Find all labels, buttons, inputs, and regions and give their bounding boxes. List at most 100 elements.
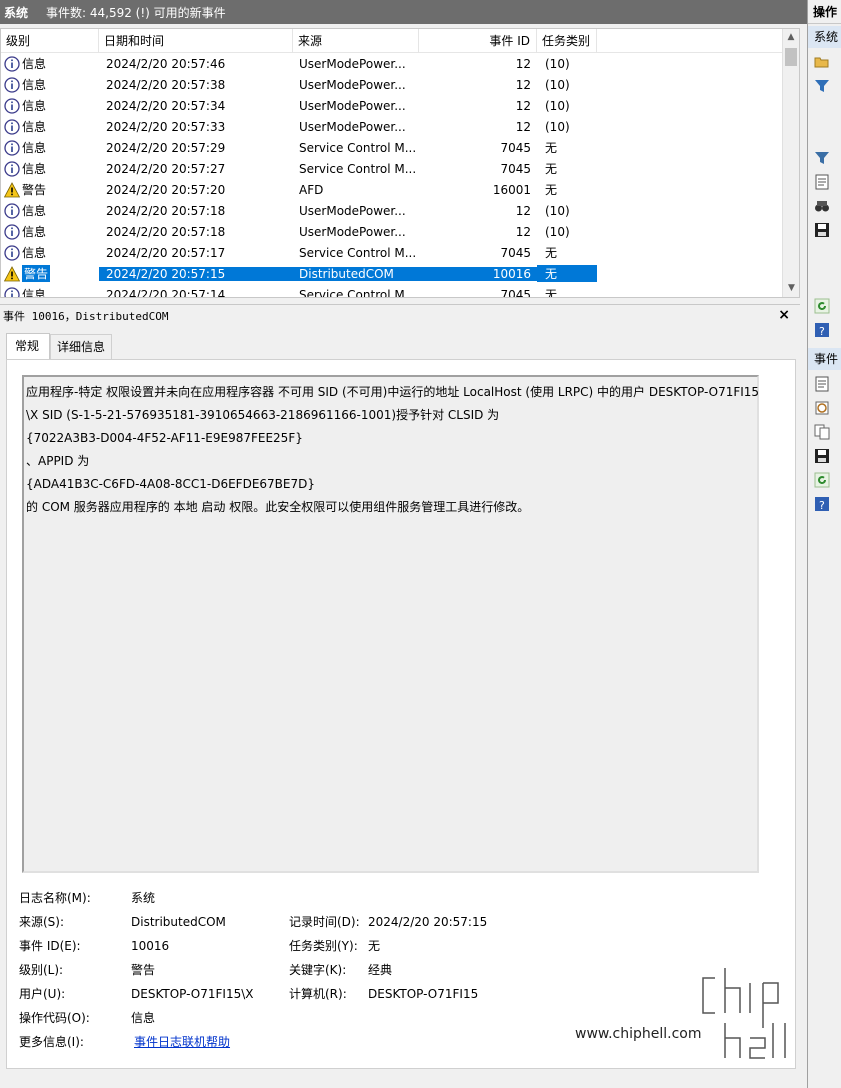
attach-task-icon[interactable] [814, 400, 830, 416]
col-task[interactable]: 任务类别 [537, 29, 597, 53]
cell-event-id: 7045 [500, 287, 531, 298]
level-text: 信息 [22, 141, 47, 155]
event-message[interactable]: 应用程序-特定 权限设置并未向在应用程序容器 不可用 SID (不可用)中运行的… [22, 375, 759, 873]
tab-details[interactable]: 详细信息 [50, 334, 113, 359]
prop-source: DistributedCOM [131, 915, 226, 929]
cell-source: UserModePower... [299, 56, 406, 71]
cell-date: 2024/2/20 20:57:18 [106, 224, 226, 239]
prop-computer: DESKTOP-O71FI15 [368, 987, 479, 1001]
cell-level: 信息 [1, 160, 99, 177]
cell-event-id: 7045 [500, 161, 531, 176]
help-icon[interactable]: ? [814, 322, 830, 338]
table-row[interactable]: 信息 2024/2/20 20:57:14 Service Control M...… [1, 284, 799, 298]
open-folder-icon[interactable] [814, 54, 830, 70]
level-text: 信息 [22, 162, 47, 176]
prop-label: 事件 ID(E): [19, 939, 81, 953]
cell-task: (10) [545, 56, 570, 71]
cell-date: 2024/2/20 20:57:18 [106, 203, 226, 218]
properties-icon[interactable] [814, 174, 830, 190]
scroll-up-icon[interactable]: ▲ [783, 29, 799, 46]
prop-label: 更多信息(I): [19, 1035, 84, 1049]
find-icon[interactable] [814, 198, 830, 214]
filter-icon[interactable] [814, 150, 830, 166]
cell-level: 信息 [1, 97, 99, 114]
cell-task: (10) [545, 77, 570, 92]
col-date[interactable]: 日期和时间 [99, 29, 293, 53]
table-row[interactable]: 信息 2024/2/20 20:57:18 UserModePower... 12 (1… [1, 221, 799, 242]
online-help-link[interactable]: 事件日志联机帮助 [134, 1030, 230, 1054]
table-row[interactable]: 信息 2024/2/20 20:57:18 UserModePower... 12 (1… [1, 200, 799, 221]
table-row[interactable]: 信息 2024/2/20 20:57:33 UserModePower... 12 (1… [1, 116, 799, 137]
cell-source: Service Control M... [299, 287, 417, 298]
cell-level: 信息 [1, 76, 99, 93]
prop-logged: 2024/2/20 20:57:15 [368, 915, 488, 929]
actions-section-event[interactable]: 事件 [808, 348, 841, 370]
prop-user: DESKTOP-O71FI15\X [131, 987, 254, 1001]
filter-icon[interactable] [814, 78, 830, 94]
col-event-id[interactable]: 事件 ID [419, 29, 537, 53]
svg-text:?: ? [819, 499, 825, 512]
info-icon [4, 244, 20, 261]
prop-level: 警告 [131, 963, 156, 977]
message-line: 的 COM 服务器应用程序的 本地 启动 权限。此安全权限可以使用组件服务管理工… [26, 500, 530, 514]
prop-label: 关键字(K): [289, 963, 347, 977]
refresh-icon[interactable] [814, 472, 830, 488]
table-row[interactable]: 警告 2024/2/20 20:57:20 AFD 16001 无 [1, 179, 799, 200]
tab-general[interactable]: 常规 [6, 333, 51, 359]
list-scrollbar[interactable]: ▲ ▼ [782, 29, 799, 297]
level-text: 警告 [22, 265, 51, 282]
cell-event-id: 16001 [492, 182, 531, 197]
event-list[interactable]: 级别 日期和时间 来源 事件 ID 任务类别 信息 2024/2/20 20:57… [0, 28, 800, 298]
cell-source: DistributedCOM [293, 266, 419, 281]
level-text: 信息 [22, 204, 47, 218]
cell-level: 信息 [1, 55, 99, 72]
cell-event-id: 12 [515, 224, 531, 239]
cell-event-id: 12 [515, 77, 531, 92]
level-text: 信息 [22, 99, 47, 113]
message-line: 应用程序-特定 权限设置并未向在应用程序容器 不可用 SID (不可用)中运行的… [26, 385, 760, 399]
event-rows: 信息 2024/2/20 20:57:46 UserModePower... 12 (1… [1, 53, 799, 298]
cell-event-id: 12 [515, 98, 531, 113]
table-row[interactable]: 信息 2024/2/20 20:57:38 UserModePower... 12 (1… [1, 74, 799, 95]
scroll-thumb[interactable] [785, 48, 797, 66]
info-icon [4, 160, 20, 177]
prop-label: 用户(U): [19, 987, 66, 1001]
actions-section-log[interactable]: 系统 [808, 26, 841, 48]
cell-source: UserModePower... [299, 77, 406, 92]
table-row[interactable]: 信息 2024/2/20 20:57:17 Service Control M...… [1, 242, 799, 263]
actions-header: 操作 [808, 0, 841, 24]
cell-task: 无 [545, 141, 558, 155]
table-row[interactable]: 信息 2024/2/20 20:57:46 UserModePower... 12 (1… [1, 53, 799, 74]
table-row[interactable]: 信息 2024/2/20 20:57:29 Service Control M...… [1, 137, 799, 158]
warning-icon [4, 265, 20, 281]
prop-label: 任务类别(Y): [289, 939, 358, 953]
level-text: 警告 [22, 183, 47, 197]
col-level[interactable]: 级别 [1, 29, 99, 53]
refresh-icon[interactable] [814, 298, 830, 314]
svg-text:?: ? [819, 325, 825, 338]
chiphell-watermark: www.chiphell.com [575, 963, 790, 1063]
info-icon [4, 55, 20, 72]
cell-date: 2024/2/20 20:57:15 [99, 266, 293, 281]
cell-task: 无 [545, 246, 558, 260]
save-icon[interactable] [814, 448, 830, 464]
table-row[interactable]: 信息 2024/2/20 20:57:34 UserModePower... 12 (1… [1, 95, 799, 116]
col-source[interactable]: 来源 [293, 29, 419, 53]
cell-event-id: 12 [515, 203, 531, 218]
cell-source: Service Control M... [299, 140, 417, 155]
cell-task: (10) [545, 203, 570, 218]
table-row[interactable]: 警告 2024/2/20 20:57:15 DistributedCOM 10016 无 [1, 263, 799, 284]
prop-label: 计算机(R): [289, 987, 347, 1001]
event-properties-icon[interactable] [814, 376, 830, 392]
cell-level: 信息 [1, 244, 99, 261]
info-icon [4, 76, 20, 93]
level-text: 信息 [22, 120, 47, 134]
scroll-down-icon[interactable]: ▼ [783, 280, 799, 297]
close-icon[interactable]: × [778, 307, 790, 323]
cell-source: UserModePower... [299, 203, 406, 218]
help-icon[interactable]: ? [814, 496, 830, 512]
copy-icon[interactable] [814, 424, 830, 440]
table-row[interactable]: 信息 2024/2/20 20:57:27 Service Control M...… [1, 158, 799, 179]
cell-level: 信息 [1, 118, 99, 135]
save-icon[interactable] [814, 222, 830, 238]
